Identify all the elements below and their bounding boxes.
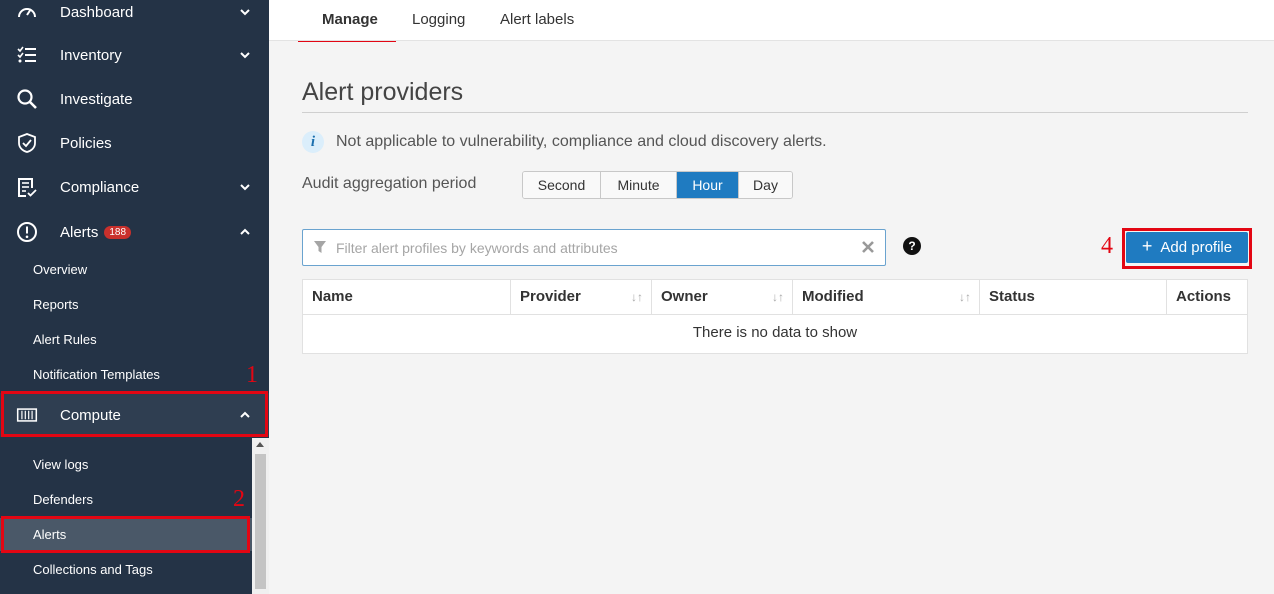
empty-table-message: There is no data to show (692, 324, 858, 341)
clear-icon[interactable] (861, 240, 875, 254)
filter-icon (314, 241, 326, 253)
magnifier-icon (16, 88, 38, 110)
sidebar-item-alerts[interactable]: Alerts 188 (0, 210, 269, 254)
exclamation-circle-icon (16, 221, 38, 243)
tab-logging[interactable]: Logging (412, 11, 465, 28)
step-marker-2: 2 (233, 486, 245, 512)
sidebar-item-dashboard[interactable]: Dashboard (0, 0, 269, 34)
sidebar-item-label: Policies (60, 134, 112, 152)
step-marker-4: 4 (1101, 233, 1113, 259)
info-icon: i (302, 131, 324, 153)
shield-check-icon (16, 132, 38, 154)
highlight-box-compute-alerts (1, 516, 250, 553)
add-profile-label: Add profile (1160, 239, 1233, 256)
sidebar-item-compliance[interactable]: Compliance (0, 165, 269, 209)
column-header-status[interactable]: Status (980, 280, 1167, 315)
list-check-icon (16, 44, 38, 66)
scroll-thumb[interactable] (255, 454, 266, 589)
add-profile-button[interactable]: + Add profile (1126, 232, 1248, 263)
sort-icon[interactable]: ↓↑ (772, 290, 784, 304)
sidebar-item-policies[interactable]: Policies (0, 121, 269, 165)
sidebar-subitem-reports[interactable]: Reports (0, 288, 252, 321)
tab-manage[interactable]: Manage (322, 11, 378, 28)
scroll-up-arrow-icon[interactable] (256, 442, 264, 447)
aggregation-option-hour[interactable]: Hour (677, 172, 739, 198)
sidebar: Dashboard Inventory Investigate Policies… (0, 0, 269, 594)
aggregation-option-day[interactable]: Day (739, 172, 792, 198)
sidebar-item-label: Alerts (60, 223, 99, 241)
help-icon[interactable]: ? (903, 237, 921, 255)
sidebar-subitem-defenders[interactable]: Defenders (0, 483, 252, 516)
filter-input[interactable] (336, 237, 856, 259)
aggregation-option-minute[interactable]: Minute (601, 172, 677, 198)
sidebar-item-label: Investigate (60, 90, 133, 108)
filter-box (302, 229, 886, 266)
sidebar-item-label: Dashboard (60, 3, 134, 21)
plus-icon: + (1141, 236, 1153, 256)
tab-alert-labels[interactable]: Alert labels (500, 11, 574, 28)
sidebar-subitem-alert-rules[interactable]: Alert Rules (0, 323, 252, 356)
sidebar-subitem-collections-and-tags[interactable]: Collections and Tags (0, 553, 252, 586)
sidebar-scrollbar[interactable] (252, 438, 269, 594)
column-header-actions: Actions (1176, 288, 1232, 305)
sidebar-subitem-overview[interactable]: Overview (0, 253, 252, 286)
sidebar-item-investigate[interactable]: Investigate (0, 77, 269, 121)
sidebar-item-label: Inventory (60, 46, 122, 64)
chevron-up-icon (240, 228, 250, 235)
sidebar-subitem-notification-templates[interactable]: Notification Templates (0, 358, 252, 391)
chevron-down-icon (240, 9, 250, 16)
chevron-down-icon (240, 52, 250, 59)
chevron-down-icon (240, 184, 250, 191)
aggregation-label: Audit aggregation period (302, 175, 477, 192)
gauge-icon (16, 1, 38, 23)
column-header-modified[interactable]: Modified ↓↑ (793, 280, 980, 315)
column-header-name[interactable]: Name (303, 280, 511, 315)
sidebar-item-label: Compliance (60, 178, 140, 196)
page-title: Alert providers (302, 78, 464, 106)
sort-icon[interactable]: ↓↑ (959, 290, 971, 304)
column-header-owner[interactable]: Owner ↓↑ (652, 280, 793, 315)
divider (302, 112, 1248, 113)
info-message: Not applicable to vulnerability, complia… (336, 133, 827, 150)
sidebar-subitem-view-logs[interactable]: View logs (0, 448, 252, 481)
clipboard-check-icon (16, 176, 38, 198)
alert-profiles-table: Name Provider ↓↑ Owner ↓↑ Modified ↓↑ Statu… (302, 279, 1248, 354)
column-header-provider[interactable]: Provider ↓↑ (511, 280, 652, 315)
aggregation-option-second[interactable]: Second (523, 172, 601, 198)
table-header: Name Provider ↓↑ Owner ↓↑ Modified ↓↑ Statu… (303, 280, 1247, 315)
alert-count-badge: 188 (104, 225, 132, 239)
aggregation-period-selector: Second Minute Hour Day (522, 171, 793, 199)
step-marker-1: 1 (246, 362, 258, 388)
sidebar-item-inventory[interactable]: Inventory (0, 33, 269, 77)
sort-icon[interactable]: ↓↑ (631, 290, 643, 304)
highlight-box-compute (1, 391, 268, 437)
